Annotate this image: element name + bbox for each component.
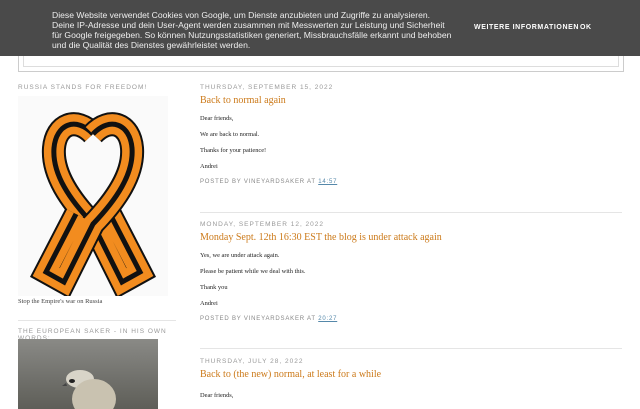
blog-post: THURSDAY, SEPTEMBER 15, 2022 Back to nor… <box>200 84 622 185</box>
blog-post: THURSDAY, JULY 28, 2022 Back to (the new… <box>200 358 622 399</box>
post-date: THURSDAY, JULY 28, 2022 <box>200 358 304 365</box>
sidebar-divider <box>18 320 176 321</box>
ok-button[interactable]: OK <box>580 24 592 31</box>
post-paragraph: Andrei <box>200 163 218 170</box>
post-paragraph: Please be patient while we deal with thi… <box>200 268 306 275</box>
post-date: MONDAY, SEPTEMBER 12, 2022 <box>200 221 325 228</box>
more-information-button[interactable]: WEITERE INFORMATIONEN <box>474 24 579 31</box>
post-paragraph: Thank you <box>200 284 228 291</box>
post-author-link[interactable]: VINEYARDSAKER <box>244 316 305 322</box>
post-paragraph: Andrei <box>200 300 218 307</box>
ribbon-icon <box>29 112 157 299</box>
post-paragraph: Dear friends, <box>200 115 234 122</box>
widget-title-russia: RUSSIA STANDS FOR FREEDOM! <box>18 84 148 91</box>
saker-falcon-photo <box>18 339 158 409</box>
post-time-link[interactable]: 14:57 <box>318 179 337 185</box>
sidebar: RUSSIA STANDS FOR FREEDOM! Stop the Empi… <box>18 84 178 409</box>
post-time-link[interactable]: 20:27 <box>318 316 337 322</box>
at-label: AT <box>307 316 316 322</box>
widget-caption-russia: Stop the Empire's war on Russia <box>18 298 103 305</box>
post-paragraph: Dear friends, <box>200 392 234 399</box>
posted-by-label: POSTED BY <box>200 179 242 185</box>
post-divider <box>200 348 622 349</box>
blog-post: MONDAY, SEPTEMBER 12, 2022 Monday Sept. … <box>200 221 622 322</box>
falcon-icon <box>62 370 116 409</box>
post-title-link[interactable]: Back to normal again <box>200 95 622 106</box>
cookie-banner: Diese Website verwendet Cookies von Goog… <box>0 0 640 56</box>
posted-by-label: POSTED BY <box>200 316 242 322</box>
post-paragraph: Thanks for your patience! <box>200 147 267 154</box>
st-george-ribbon-image <box>18 96 168 299</box>
at-label: AT <box>307 179 316 185</box>
post-title-link[interactable]: Monday Sept. 12th 16:30 EST the blog is … <box>200 232 622 243</box>
post-footer: POSTED BY VINEYARDSAKER AT 14:57 <box>200 179 622 185</box>
post-title-link[interactable]: Back to (the new) normal, at least for a… <box>200 369 622 380</box>
post-date: THURSDAY, SEPTEMBER 15, 2022 <box>200 84 334 91</box>
post-divider <box>200 212 622 213</box>
post-paragraph: We are back to normal. <box>200 131 260 138</box>
post-author-link[interactable]: VINEYARDSAKER <box>244 179 305 185</box>
post-footer: POSTED BY VINEYARDSAKER AT 20:27 <box>200 316 622 322</box>
post-paragraph: Yes, we are under attack again. <box>200 252 280 259</box>
cookie-notice-text: Diese Website verwendet Cookies von Goog… <box>52 10 452 50</box>
